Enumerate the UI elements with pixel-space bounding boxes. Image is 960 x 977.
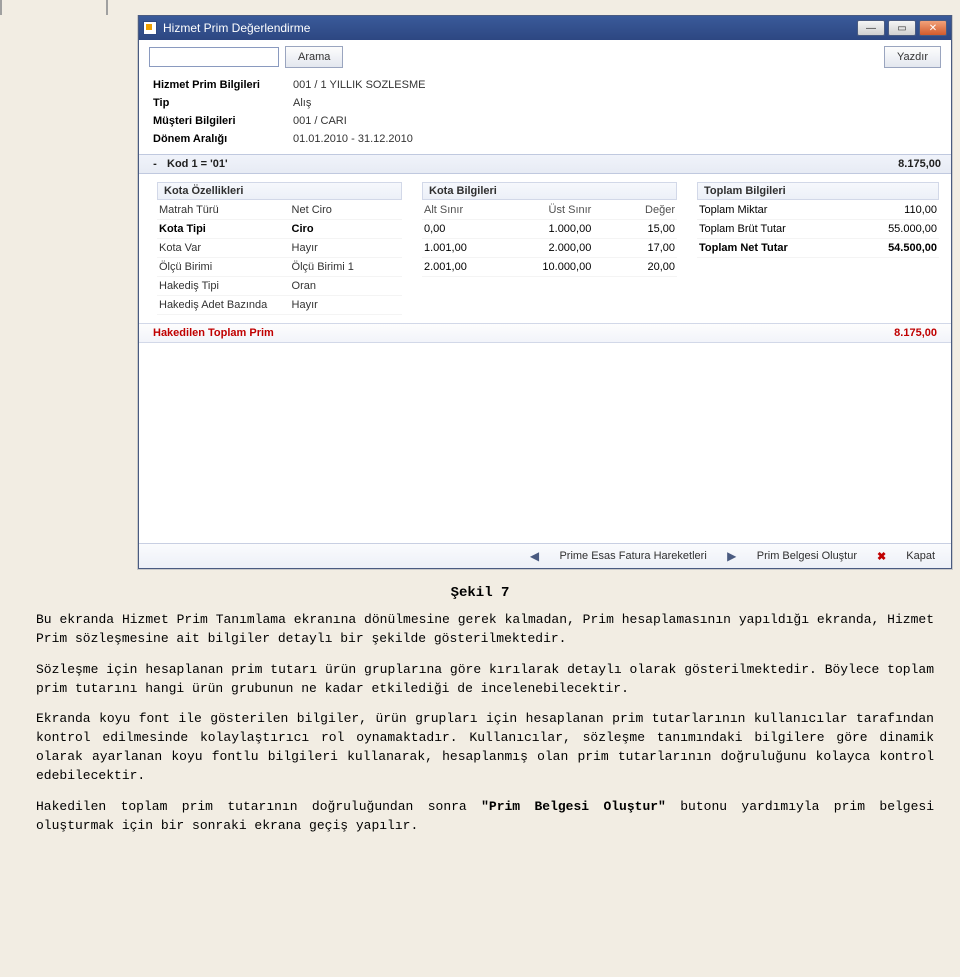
close-window-button[interactable]: ✕ bbox=[919, 20, 947, 36]
dialog-window: Hizmet Prim Değerlendirme — ▭ ✕ Arama Ya… bbox=[138, 15, 952, 569]
next-arrow-icon[interactable]: ▶ bbox=[723, 549, 741, 563]
window-title: Hizmet Prim Değerlendirme bbox=[163, 21, 857, 35]
kv-value: Hayır bbox=[292, 239, 400, 257]
kota-bilgileri-panel: Kota Bilgileri Alt Sınır Üst Sınır Değer… bbox=[422, 182, 677, 315]
app-icon bbox=[143, 21, 157, 35]
info-value: 001 / CARI bbox=[293, 112, 347, 130]
col-header: Üst Sınır bbox=[508, 201, 592, 219]
paragraph: Ekranda koyu font ile gösterilen bilgile… bbox=[36, 710, 934, 785]
info-value: 01.01.2010 - 31.12.2010 bbox=[293, 130, 413, 148]
toolbar: Arama Yazdır bbox=[139, 40, 951, 74]
col-header: Alt Sınır bbox=[424, 201, 508, 219]
cell: 15,00 bbox=[591, 220, 675, 238]
kv-key: Ölçü Birimi bbox=[159, 258, 292, 276]
create-prim-doc-button[interactable]: Prim Belgesi Oluştur bbox=[747, 548, 867, 564]
table-row: 0,00 1.000,00 15,00 bbox=[422, 220, 677, 239]
kv-key: Matrah Türü bbox=[159, 201, 292, 219]
cell: 20,00 bbox=[591, 258, 675, 276]
info-label: Dönem Aralığı bbox=[153, 130, 293, 148]
info-value: 001 / 1 YILLIK SOZLESME bbox=[293, 76, 425, 94]
paragraph: Sözleşme için hesaplanan prim tutarı ürü… bbox=[36, 661, 934, 699]
paragraph: Hakedilen toplam prim tutarının doğruluğ… bbox=[36, 798, 934, 836]
kv-key: Kota Var bbox=[159, 239, 292, 257]
kv-key: Kota Tipi bbox=[159, 220, 292, 238]
toplam-bilgileri-panel: Toplam Bilgileri Toplam Miktar110,00 Top… bbox=[697, 182, 939, 315]
col-header: Değer bbox=[591, 201, 675, 219]
hakedilen-bar: Hakedilen Toplam Prim 8.175,00 bbox=[139, 323, 951, 343]
cell: 0,00 bbox=[424, 220, 508, 238]
print-button[interactable]: Yazdır bbox=[884, 46, 941, 68]
minimize-button[interactable]: — bbox=[857, 20, 885, 36]
expand-toggle-icon[interactable]: - bbox=[149, 158, 161, 170]
info-label: Tip bbox=[153, 94, 293, 112]
blank-area bbox=[139, 343, 951, 543]
titlebar: Hizmet Prim Değerlendirme — ▭ ✕ bbox=[139, 16, 951, 40]
kv-value: Ölçü Birimi 1 bbox=[292, 258, 400, 276]
kv-key: Toplam Miktar bbox=[699, 201, 866, 219]
maximize-button[interactable]: ▭ bbox=[888, 20, 916, 36]
kv-key: Hakediş Adet Bazında bbox=[159, 296, 292, 314]
panel-title: Kota Bilgileri bbox=[422, 182, 677, 200]
kota-ozellikleri-panel: Kota Özellikleri Matrah TürüNet Ciro Kot… bbox=[157, 182, 402, 315]
kv-value: Ciro bbox=[292, 220, 400, 238]
document-body: Bu ekranda Hizmet Prim Tanımlama ekranın… bbox=[0, 611, 960, 871]
search-button[interactable]: Arama bbox=[285, 46, 343, 68]
table-row: 2.001,00 10.000,00 20,00 bbox=[422, 258, 677, 277]
close-x-icon[interactable]: ✖ bbox=[873, 550, 890, 563]
kv-value: 55.000,00 bbox=[866, 220, 937, 238]
kv-value: 110,00 bbox=[866, 201, 937, 219]
kv-value: 54.500,00 bbox=[866, 239, 937, 257]
invoice-movements-button[interactable]: Prime Esas Fatura Hareketleri bbox=[549, 548, 716, 564]
hakedilen-value: 8.175,00 bbox=[894, 327, 937, 339]
header-info: Hizmet Prim Bilgileri 001 / 1 YILLIK SOZ… bbox=[139, 74, 951, 154]
cell: 2.001,00 bbox=[424, 258, 508, 276]
figure-caption: Şekil 7 bbox=[0, 569, 960, 611]
prev-arrow-icon[interactable]: ◀ bbox=[525, 549, 543, 563]
kv-key: Toplam Net Tutar bbox=[699, 239, 866, 257]
group-label: Kod 1 = '01' bbox=[167, 158, 898, 170]
kv-key: Toplam Brüt Tutar bbox=[699, 220, 866, 238]
group-row[interactable]: - Kod 1 = '01' 8.175,00 bbox=[139, 154, 951, 174]
cell: 1.001,00 bbox=[424, 239, 508, 257]
info-label: Hizmet Prim Bilgileri bbox=[153, 76, 293, 94]
info-value: Alış bbox=[293, 94, 311, 112]
panel-title: Toplam Bilgileri bbox=[697, 182, 939, 200]
details-panels: Kota Özellikleri Matrah TürüNet Ciro Kot… bbox=[139, 174, 951, 323]
document-margin bbox=[0, 0, 960, 15]
hakedilen-label: Hakedilen Toplam Prim bbox=[153, 327, 894, 339]
group-total: 8.175,00 bbox=[898, 158, 941, 170]
kv-value: Hayır bbox=[292, 296, 400, 314]
info-label: Müşteri Bilgileri bbox=[153, 112, 293, 130]
cell: 2.000,00 bbox=[508, 239, 592, 257]
kv-key: Hakediş Tipi bbox=[159, 277, 292, 295]
table-row: 1.001,00 2.000,00 17,00 bbox=[422, 239, 677, 258]
cell: 10.000,00 bbox=[508, 258, 592, 276]
footer-bar: ◀ Prime Esas Fatura Hareketleri ▶ Prim B… bbox=[139, 543, 951, 568]
cell: 1.000,00 bbox=[508, 220, 592, 238]
paragraph: Bu ekranda Hizmet Prim Tanımlama ekranın… bbox=[36, 611, 934, 649]
cell: 17,00 bbox=[591, 239, 675, 257]
search-input[interactable] bbox=[149, 47, 279, 67]
close-button[interactable]: Kapat bbox=[896, 548, 945, 564]
kv-value: Oran bbox=[292, 277, 400, 295]
panel-title: Kota Özellikleri bbox=[157, 182, 402, 200]
kv-value: Net Ciro bbox=[292, 201, 400, 219]
